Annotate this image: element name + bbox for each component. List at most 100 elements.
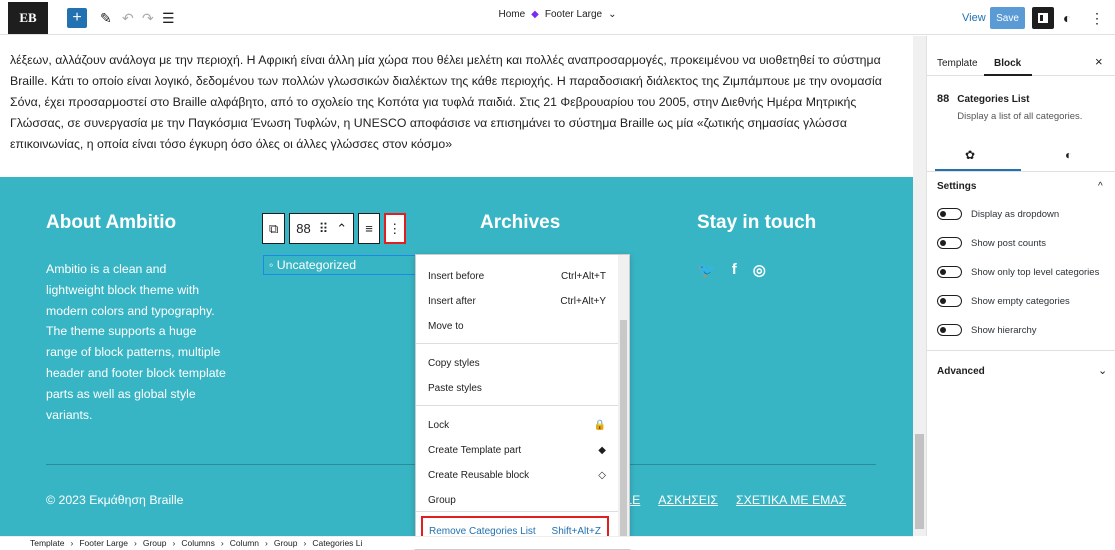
breadcrumb-separator: › xyxy=(134,538,137,548)
lock-icon: 🔒 xyxy=(593,420,606,431)
breadcrumb-item[interactable]: Column xyxy=(230,538,259,548)
toggle-show-post-counts[interactable]: Show post counts xyxy=(937,237,1046,249)
categories-block-icon: 88 xyxy=(937,93,950,105)
drag-handle-icon[interactable]: ⠿ xyxy=(319,221,329,237)
instagram-icon[interactable]: ◎ xyxy=(753,261,766,279)
menu-item-create-template-part[interactable]: Create Template part ◆ xyxy=(428,445,606,456)
tab-block[interactable]: Block xyxy=(994,58,1021,69)
home-link[interactable]: Home xyxy=(498,9,525,20)
article-paragraph[interactable]: λέξεων, αλλάζουν ανάλογα με την περιοχή.… xyxy=(10,50,910,155)
canvas-scrollbar[interactable] xyxy=(913,36,926,536)
toggle-switch[interactable] xyxy=(937,295,962,307)
chevron-down-icon[interactable]: ⌄ xyxy=(608,9,616,20)
close-icon[interactable]: × xyxy=(1095,54,1103,69)
breadcrumb-separator: › xyxy=(265,538,268,548)
template-name: Footer Large xyxy=(544,9,603,20)
menu-item-create-reusable-block[interactable]: Create Reusable block ◇ xyxy=(428,470,606,481)
menu-item-copy-styles[interactable]: Copy styles xyxy=(428,358,606,369)
archives-heading[interactable]: Archives xyxy=(480,212,560,234)
breadcrumb: Template › Footer Large › Group › Columns › … xyxy=(0,536,913,549)
menu-item-insert-before[interactable]: Insert before Ctrl+Alt+T xyxy=(428,271,606,282)
nav-link-about[interactable]: ΣΧΕΤΙΚΑ ΜΕ ΕΜΑΣ xyxy=(736,493,846,507)
about-text[interactable]: Ambitio is a clean and lightweight block… xyxy=(46,259,226,425)
select-parent-button[interactable]: ⧉ xyxy=(262,213,286,244)
block-description: Display a list of all categories. xyxy=(957,111,1083,122)
menu-item-move-to[interactable]: Move to xyxy=(428,321,606,332)
toggle-switch[interactable] xyxy=(937,237,962,249)
social-icons: 🐦 f ◎ xyxy=(697,261,766,279)
parent-block-icon: ⧉ xyxy=(269,220,279,236)
styles-icon[interactable]: ◐ xyxy=(1065,148,1072,162)
copyright-text[interactable]: © 2023 Εκμάθηση Braille xyxy=(46,493,184,507)
document-title[interactable]: Home ◆ Footer Large ⌄ xyxy=(0,9,1115,20)
tab-template[interactable]: Template xyxy=(937,58,978,69)
panel-divider xyxy=(927,350,1115,351)
sidebar-toggle-icon xyxy=(1038,13,1048,23)
align-button[interactable]: ≡ xyxy=(358,213,380,244)
toggle-switch[interactable] xyxy=(937,208,962,220)
facebook-icon[interactable]: f xyxy=(732,261,737,279)
stay-in-touch-heading[interactable]: Stay in touch xyxy=(697,212,816,234)
advanced-panel-header[interactable]: Advanced xyxy=(937,366,985,377)
options-menu-icon[interactable]: ⋮ xyxy=(1090,8,1104,28)
settings-panel-header[interactable]: Settings xyxy=(937,181,976,192)
toggle-switch[interactable] xyxy=(937,266,962,278)
menu-item-group[interactable]: Group xyxy=(428,495,606,506)
menu-scrollbar[interactable] xyxy=(618,255,629,549)
block-options-button[interactable]: ⋮ xyxy=(383,213,406,244)
menu-item-lock[interactable]: Lock 🔒 xyxy=(428,420,606,431)
reusable-block-icon: ◇ xyxy=(598,470,606,481)
breadcrumb-separator: › xyxy=(220,538,224,548)
breadcrumb-item[interactable]: Footer Large xyxy=(79,538,128,548)
settings-icon[interactable]: ✿ xyxy=(965,148,975,162)
breadcrumb-separator: › xyxy=(303,538,307,548)
toggle-show-top-level[interactable]: Show only top level categories xyxy=(937,266,1099,278)
categories-list-block[interactable]: ◦ Uncategorized xyxy=(263,255,423,275)
active-tab-indicator xyxy=(935,169,1021,171)
breadcrumb-separator: › xyxy=(172,538,176,548)
sidebar-tabs: Template Block × xyxy=(927,36,1115,76)
block-switcher-group: 88 ⠿ ⌃ xyxy=(289,213,355,244)
settings-sidebar: Template Block × 88 Categories List Disp… xyxy=(926,36,1115,536)
breadcrumb-item[interactable]: Columns xyxy=(181,538,215,548)
chevron-up-icon[interactable]: ^ xyxy=(1098,181,1103,192)
block-name: Categories List xyxy=(957,94,1030,105)
footer-nav: ILLE ΑΣΚΗΣΕΙΣ ΣΧΕΤΙΚΑ ΜΕ ΕΜΑΣ xyxy=(615,493,846,507)
categories-block-icon[interactable]: 88 xyxy=(296,221,310,236)
settings-panel-button[interactable] xyxy=(1032,7,1054,29)
more-vertical-icon: ⋮ xyxy=(388,220,402,236)
template-part-icon: ◆ xyxy=(598,445,606,456)
move-up-down-icon[interactable]: ⌃ xyxy=(336,221,347,237)
toggle-display-as-dropdown[interactable]: Display as dropdown xyxy=(937,208,1059,220)
save-button[interactable]: Save xyxy=(990,7,1025,29)
breadcrumb-item[interactable]: Group xyxy=(274,538,298,548)
canvas-scrollbar-thumb[interactable] xyxy=(915,434,924,529)
nav-link-exercises[interactable]: ΑΣΚΗΣΕΙΣ xyxy=(658,493,718,507)
breadcrumb-item[interactable]: Group xyxy=(143,538,167,548)
block-toolbar: ⧉ 88 ⠿ ⌃ ≡ ⋮ xyxy=(262,213,406,244)
twitter-icon[interactable]: 🐦 xyxy=(697,261,716,279)
menu-item-paste-styles[interactable]: Paste styles xyxy=(428,383,606,394)
menu-separator xyxy=(416,511,619,512)
toggle-switch[interactable] xyxy=(937,324,962,336)
settings-style-tabs: ✿ ◐ xyxy=(927,140,1115,172)
about-heading[interactable]: About Ambitio xyxy=(46,212,176,234)
breadcrumb-item[interactable]: Categories Li xyxy=(312,538,362,548)
styles-icon[interactable]: ◐ xyxy=(1063,8,1071,28)
toggle-show-empty[interactable]: Show empty categories xyxy=(937,295,1070,307)
menu-separator xyxy=(416,405,619,406)
block-card: 88 Categories List Display a list of all… xyxy=(937,93,1112,123)
toggle-show-hierarchy[interactable]: Show hierarchy xyxy=(937,324,1036,336)
menu-scrollbar-thumb[interactable] xyxy=(620,320,627,540)
top-toolbar: ΕΒ + ✎ ↶ ↷ ☰ Home ◆ Footer Large ⌄ View … xyxy=(0,0,1115,35)
block-options-menu: Insert before Ctrl+Alt+T Insert after Ctrl… xyxy=(415,254,630,550)
menu-separator xyxy=(416,343,619,344)
breadcrumb-item[interactable]: Template xyxy=(30,538,65,548)
active-tab-indicator xyxy=(984,74,1032,76)
template-part-icon: ◆ xyxy=(531,9,539,20)
align-icon: ≡ xyxy=(365,221,373,236)
breadcrumb-separator: › xyxy=(70,538,74,548)
menu-item-insert-after[interactable]: Insert after Ctrl+Alt+Y xyxy=(428,296,606,307)
view-button[interactable]: View xyxy=(962,12,986,24)
chevron-down-icon[interactable]: ⌄ xyxy=(1098,364,1107,377)
